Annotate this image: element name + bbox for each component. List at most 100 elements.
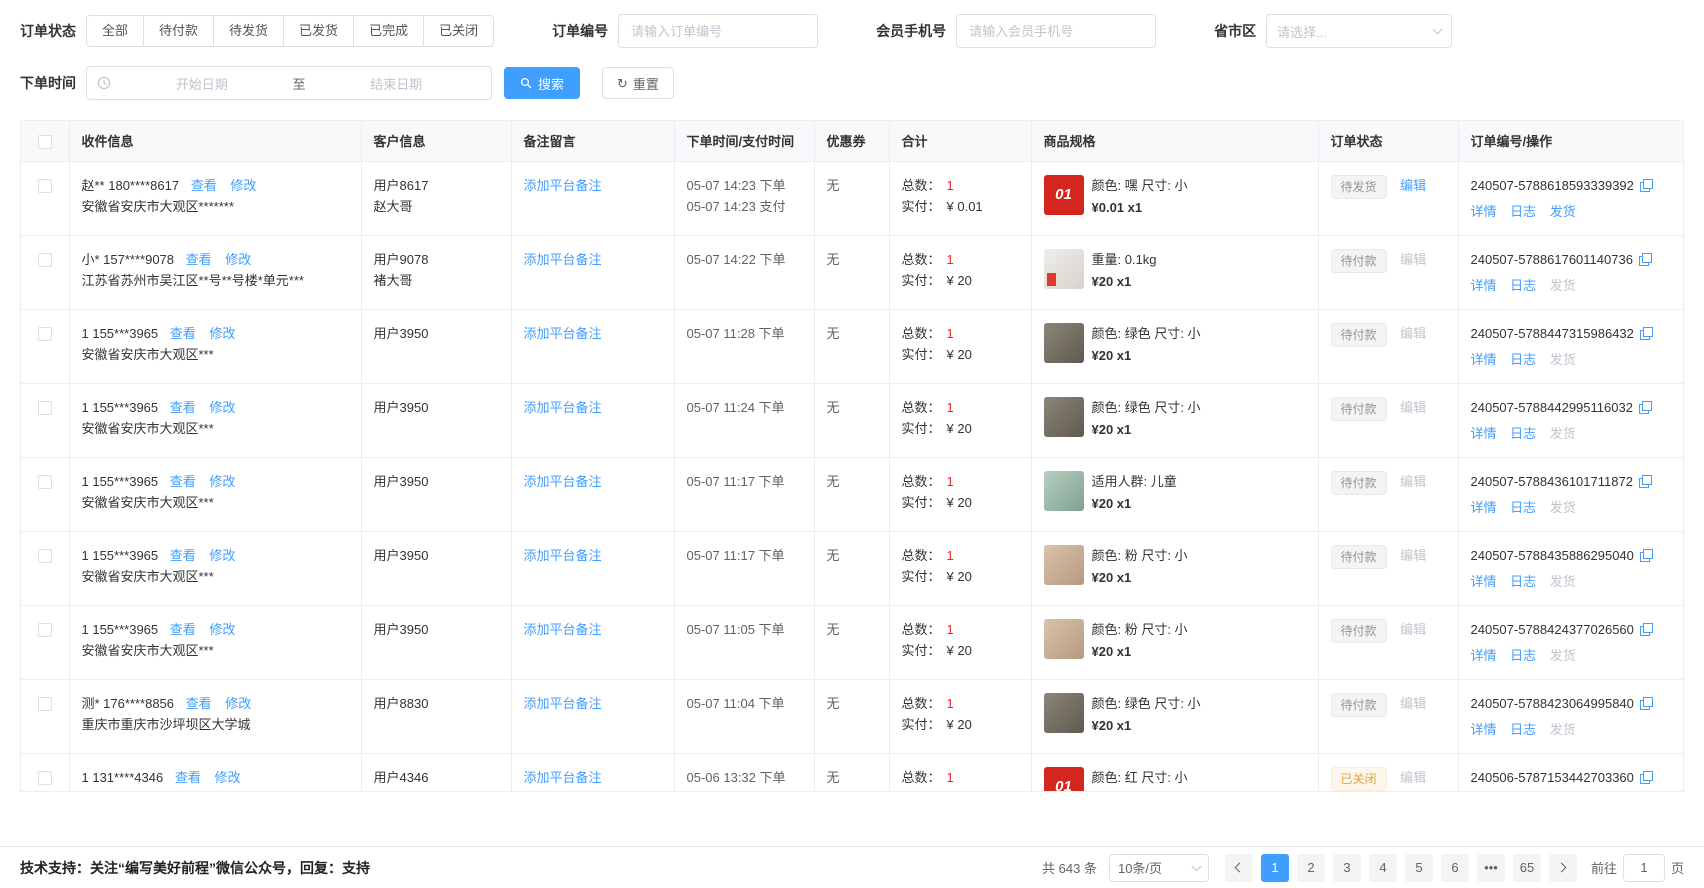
view-link[interactable]: 查看 [170, 622, 196, 637]
view-link[interactable]: 查看 [186, 252, 212, 267]
edit-link[interactable]: 编辑 [1400, 770, 1426, 785]
status-option-all[interactable]: 全部 [86, 15, 144, 47]
copy-icon[interactable] [1639, 401, 1652, 414]
ship-link[interactable]: 发货 [1550, 648, 1576, 663]
add-remark-link[interactable]: 添加平台备注 [524, 252, 602, 267]
detail-link[interactable]: 详情 [1471, 574, 1497, 589]
row-checkbox[interactable] [38, 623, 52, 637]
row-checkbox[interactable] [38, 771, 52, 785]
log-link[interactable]: 日志 [1510, 426, 1536, 441]
copy-icon[interactable] [1640, 697, 1653, 710]
modify-link[interactable]: 修改 [209, 326, 235, 341]
modify-link[interactable]: 修改 [209, 622, 235, 637]
view-link[interactable]: 查看 [170, 400, 196, 415]
page-button-2[interactable]: 2 [1297, 854, 1325, 882]
page-button-4[interactable]: 4 [1369, 854, 1397, 882]
view-link[interactable]: 查看 [186, 696, 212, 711]
view-link[interactable]: 查看 [191, 178, 217, 193]
copy-icon[interactable] [1640, 771, 1653, 784]
ship-link[interactable]: 发货 [1550, 574, 1576, 589]
detail-link[interactable]: 详情 [1471, 278, 1497, 293]
status-option-completed[interactable]: 已完成 [353, 15, 424, 47]
status-option-closed[interactable]: 已关闭 [423, 15, 494, 47]
log-link[interactable]: 日志 [1510, 204, 1536, 219]
copy-icon[interactable] [1640, 179, 1653, 192]
more-pages-button[interactable]: ••• [1477, 854, 1505, 882]
edit-link[interactable]: 编辑 [1400, 252, 1426, 267]
detail-link[interactable]: 详情 [1471, 352, 1497, 367]
select-all-checkbox[interactable] [38, 135, 52, 149]
log-link[interactable]: 日志 [1510, 500, 1536, 515]
ship-link[interactable]: 发货 [1550, 500, 1576, 515]
edit-link[interactable]: 编辑 [1400, 178, 1426, 193]
reset-button[interactable]: ↻ 重置 [602, 67, 674, 99]
log-link[interactable]: 日志 [1510, 574, 1536, 589]
detail-link[interactable]: 详情 [1471, 500, 1497, 515]
add-remark-link[interactable]: 添加平台备注 [524, 326, 602, 341]
edit-link[interactable]: 编辑 [1400, 696, 1426, 711]
ship-link[interactable]: 发货 [1550, 204, 1576, 219]
copy-icon[interactable] [1639, 253, 1652, 266]
detail-link[interactable]: 详情 [1471, 204, 1497, 219]
goto-page-input[interactable] [1623, 854, 1665, 882]
edit-link[interactable]: 编辑 [1400, 474, 1426, 489]
edit-link[interactable]: 编辑 [1400, 400, 1426, 415]
add-remark-link[interactable]: 添加平台备注 [524, 696, 602, 711]
prev-page-button[interactable] [1225, 854, 1253, 882]
add-remark-link[interactable]: 添加平台备注 [524, 400, 602, 415]
copy-icon[interactable] [1639, 475, 1652, 488]
order-no-input[interactable] [618, 14, 818, 48]
add-remark-link[interactable]: 添加平台备注 [524, 548, 602, 563]
ship-link[interactable]: 发货 [1550, 352, 1576, 367]
view-link[interactable]: 查看 [170, 326, 196, 341]
page-button-5[interactable]: 5 [1405, 854, 1433, 882]
add-remark-link[interactable]: 添加平台备注 [524, 178, 602, 193]
edit-link[interactable]: 编辑 [1400, 622, 1426, 637]
region-select[interactable]: 请选择... [1266, 14, 1452, 48]
modify-link[interactable]: 修改 [225, 696, 251, 711]
row-checkbox[interactable] [38, 327, 52, 341]
page-size-select[interactable]: 10条/页 [1109, 854, 1209, 882]
edit-link[interactable]: 编辑 [1400, 326, 1426, 341]
next-page-button[interactable] [1549, 854, 1577, 882]
modify-link[interactable]: 修改 [230, 178, 256, 193]
status-option-pending-shipment[interactable]: 待发货 [213, 15, 284, 47]
page-button-3[interactable]: 3 [1333, 854, 1361, 882]
member-phone-input[interactable] [956, 14, 1156, 48]
ship-link[interactable]: 发货 [1550, 722, 1576, 737]
row-checkbox[interactable] [38, 253, 52, 267]
view-link[interactable]: 查看 [170, 474, 196, 489]
row-checkbox[interactable] [38, 549, 52, 563]
order-time-range-picker[interactable]: 开始日期 至 结束日期 [86, 66, 492, 100]
modify-link[interactable]: 修改 [209, 548, 235, 563]
status-option-shipped[interactable]: 已发货 [283, 15, 354, 47]
modify-link[interactable]: 修改 [209, 474, 235, 489]
log-link[interactable]: 日志 [1510, 648, 1536, 663]
ship-link[interactable]: 发货 [1550, 278, 1576, 293]
add-remark-link[interactable]: 添加平台备注 [524, 474, 602, 489]
add-remark-link[interactable]: 添加平台备注 [524, 770, 602, 785]
detail-link[interactable]: 详情 [1471, 722, 1497, 737]
row-checkbox[interactable] [38, 401, 52, 415]
view-link[interactable]: 查看 [175, 770, 201, 785]
view-link[interactable]: 查看 [170, 548, 196, 563]
modify-link[interactable]: 修改 [225, 252, 251, 267]
row-checkbox[interactable] [38, 697, 52, 711]
log-link[interactable]: 日志 [1510, 722, 1536, 737]
status-option-pending-payment[interactable]: 待付款 [143, 15, 214, 47]
edit-link[interactable]: 编辑 [1400, 548, 1426, 563]
search-button[interactable]: 搜索 [504, 67, 580, 99]
copy-icon[interactable] [1640, 549, 1653, 562]
detail-link[interactable]: 详情 [1471, 648, 1497, 663]
modify-link[interactable]: 修改 [209, 400, 235, 415]
row-checkbox[interactable] [38, 179, 52, 193]
page-button-last[interactable]: 65 [1513, 854, 1541, 882]
page-button-1[interactable]: 1 [1261, 854, 1289, 882]
row-checkbox[interactable] [38, 475, 52, 489]
log-link[interactable]: 日志 [1510, 352, 1536, 367]
copy-icon[interactable] [1640, 327, 1653, 340]
copy-icon[interactable] [1640, 623, 1653, 636]
log-link[interactable]: 日志 [1510, 278, 1536, 293]
ship-link[interactable]: 发货 [1550, 426, 1576, 441]
page-button-6[interactable]: 6 [1441, 854, 1469, 882]
